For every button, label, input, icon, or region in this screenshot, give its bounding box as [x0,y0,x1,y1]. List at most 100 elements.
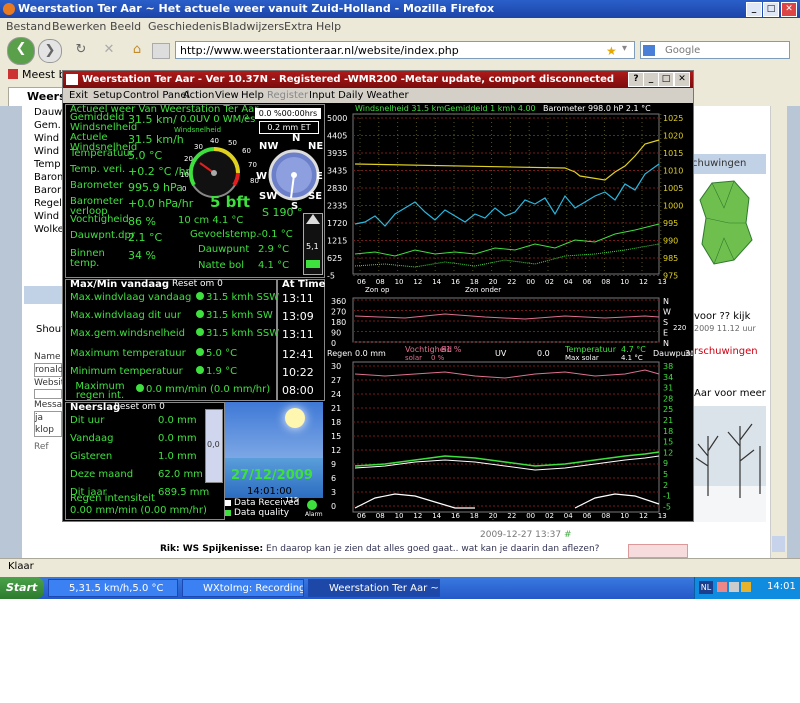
app-minimize-button[interactable]: _ [643,72,659,87]
tab-weerstation[interactable]: Weers [8,87,66,106]
chart1-x-tick: 12 [639,278,648,286]
row-label: Temperatuur [70,148,134,159]
chart1-right-tick: 995 [663,219,678,228]
rain-reset[interactable]: Reset om 0 [114,402,165,412]
app-close-button[interactable]: ✕ [674,72,690,87]
chart1-zon-op: Zon op [365,286,390,294]
chart1-x-tick: 02 [545,278,554,286]
menu-geschiedenis[interactable]: Geschiedenis [148,20,221,33]
app-menu-control-panel[interactable]: Control Panel [123,88,189,103]
chart1-x-tick: 04 [564,278,573,286]
tray-network-icon[interactable] [729,582,739,592]
forward-button[interactable]: ❯ [38,39,62,63]
close-button[interactable]: ✕ [781,2,797,17]
minimize-button[interactable]: _ [746,2,762,17]
back-button[interactable]: ❮ [7,37,35,65]
bookmark-star-icon[interactable]: ★ [606,44,617,58]
chart3-regen-label: Regen [327,349,352,358]
status-dot-icon [196,348,204,356]
task-firefox[interactable]: Weerstation Ter Aar ~ H... [308,579,440,597]
task-weather-tray[interactable]: 5,31.5 km/h,5.0 °C [48,579,178,597]
rain-row-value: 689.5 mm [158,487,210,498]
warnings-link[interactable]: rschuwingen [694,346,758,357]
comment-line: Rik: WS Spijkenisse: En daarop kan je zi… [160,544,599,554]
search-input[interactable]: Google [640,41,790,59]
chart3-left-tick: 9 [331,460,336,469]
url-input[interactable]: http://www.weerstationteraar.nl/website/… [175,41,635,59]
form-label: Messa [34,400,63,410]
row-label: Vochtigheid [70,214,129,225]
gauge-tick-label: 70 [248,161,257,169]
nattebol-value: 4.1 °C [258,260,290,271]
app-menu-exit[interactable]: Exit [69,88,88,103]
chart1-x-tick: 18 [470,278,479,286]
message-input[interactable]: ja klop [34,411,62,437]
app-maximize-button[interactable]: □ [658,72,674,87]
chart3-right-tick: 25 [663,405,673,414]
chart3-maxsolar-value: 4.1 °C [621,354,643,362]
app-help-button[interactable]: ? [628,72,644,87]
row-value: 2.1 °C [128,231,163,244]
dauwpunt-label: Dauwpunt [198,244,250,255]
chart3-x-tick: 12 [639,512,648,520]
language-indicator[interactable]: NL [699,581,713,594]
app-menu-register[interactable]: Register [267,88,308,103]
stop-icon[interactable]: ✕ [98,39,120,61]
chart1-left-tick: 3935 [327,149,347,158]
chart3-dauw-value: 3.4 [685,349,693,358]
chart3-solar-value: 0 % [431,354,445,362]
row-value: 31.5 km/h [128,133,184,146]
url-dropdown-icon[interactable]: ▾ [622,43,627,54]
chart2-right-tick: S [663,318,668,327]
website-input[interactable] [34,389,62,399]
chart1-right-tick: 1005 [663,184,683,193]
home-icon[interactable]: ⌂ [126,39,148,61]
reload-icon[interactable]: ↻ [70,39,92,61]
menu-help[interactable]: Help [316,20,341,33]
menu-beeld[interactable]: Beeld [110,20,141,33]
tray-app-icon[interactable] [717,582,727,592]
app-menu-setup[interactable]: Setup [93,88,122,103]
maxmin-value: 31.5 kmh SSW [196,292,279,303]
task-wxtoimg[interactable]: WXtoImg: Recording [182,579,304,597]
compass-ne: NE [308,141,324,152]
system-tray: NL 14:01 [694,577,800,599]
task-label: Weerstation Ter Aar ~ H... [329,583,439,594]
row-value: 5.0 °C [128,149,163,162]
app-menu-input-daily[interactable]: Input Daily Weather [309,88,409,103]
netherlands-map[interactable] [694,178,754,268]
tray-volume-icon[interactable] [741,582,751,592]
chart1-x-tick: 06 [357,278,366,286]
chart1-title-right: Barometer 998.0 hP 2.1 °C [543,104,651,113]
maximize-button[interactable]: □ [763,2,779,17]
rain-intensity-value: 0.00 mm/min (0.00 mm/hr) [70,505,207,516]
app-menu-action[interactable]: Action [183,88,214,103]
maxmin-value: 0.0 mm/min (0.0 mm/hr) [136,384,270,395]
scrollbar-thumb[interactable] [772,536,785,552]
data-status: Data Received Data quality 115 Alarm [225,496,323,520]
name-input[interactable]: ronald [34,363,63,377]
app-menu-view[interactable]: View [215,88,239,103]
rain-row-value: 0.0 mm [158,415,197,426]
chart2-left-tick: 0 [331,339,336,348]
navigation-toolbar: ❮ ❯ ↻ ✕ ⌂ http://www.weerstationteraar.n… [0,35,800,67]
list-item: Wind [34,211,60,222]
app-titlebar: Weerstation Ter Aar - Ver 10.37N - Regis… [63,71,693,88]
status-dot-icon [196,292,204,300]
refresh-link[interactable]: Ref [34,441,64,453]
chart2-right-value: 220 [673,324,686,332]
chart1-left-tick: 2335 [327,202,347,211]
status-dot-icon [196,328,204,336]
app-menu-help[interactable]: Help [241,88,264,103]
row-value: 31.5 km/ [128,113,177,126]
start-button[interactable]: Start [0,577,44,599]
snippet-time: 2009 11.12 uur [694,324,756,333]
menu-bladwijzers[interactable]: Bladwijzers [222,20,284,33]
menu-bestand[interactable]: Bestand [6,20,51,33]
maxmin-reset[interactable]: Reset om 0 [172,279,223,289]
chart3-x-tick: 16 [451,512,460,520]
ad-box [628,544,688,558]
page-scrollbar[interactable] [770,106,787,558]
menu-bewerken[interactable]: Bewerken [52,20,106,33]
menu-extra[interactable]: Extra [284,20,313,33]
